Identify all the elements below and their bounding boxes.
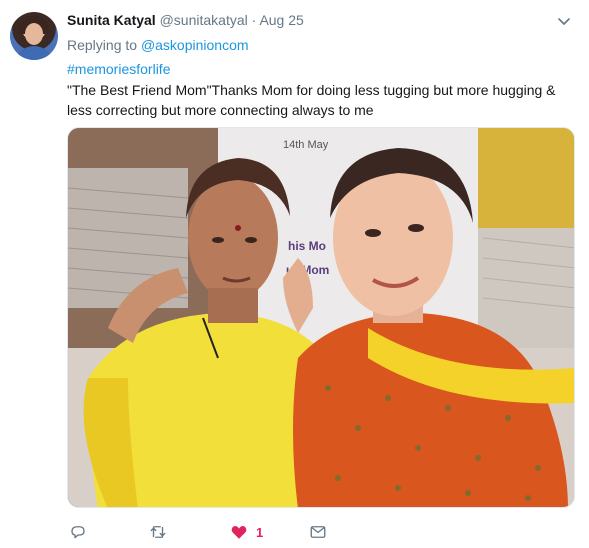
banner-line1-text: his Mo xyxy=(288,239,326,253)
like-button[interactable]: 1 xyxy=(230,520,263,544)
avatar[interactable] xyxy=(10,12,58,60)
heart-icon xyxy=(231,526,247,539)
hashtag-link[interactable]: #memoriesforlife xyxy=(67,60,170,78)
envelope-icon xyxy=(310,526,326,538)
like-count: 1 xyxy=(256,524,264,540)
retweet-button[interactable] xyxy=(149,520,167,544)
separator-dot: · xyxy=(251,12,257,28)
reply-icon xyxy=(71,526,85,539)
author-handle[interactable]: @sunitakatyal xyxy=(160,12,248,28)
replying-to-link[interactable]: @askopinioncom xyxy=(141,37,249,53)
chevron-down-icon[interactable] xyxy=(556,13,572,29)
tweet-text: "The Best Friend Mom"Thanks Mom for doin… xyxy=(67,82,556,118)
tweet-date[interactable]: Aug 25 xyxy=(259,12,303,28)
tweet-header: Sunita Katyal @sunitakatyal · Aug 25 xyxy=(67,11,304,29)
author-name[interactable]: Sunita Katyal xyxy=(67,12,156,28)
replying-prefix: Replying to xyxy=(67,37,138,53)
tweet-photo[interactable]: 14th May his Mo ur Mom xyxy=(67,127,575,508)
replying-to-line: Replying to @askopinioncom xyxy=(67,36,249,54)
tweet-actions: 1 xyxy=(67,520,367,544)
retweet-icon xyxy=(150,526,166,538)
reply-button[interactable] xyxy=(69,520,87,544)
tweet-card[interactable]: Sunita Katyal @sunitakatyal · Aug 25 Rep… xyxy=(0,0,589,548)
direct-message-button[interactable] xyxy=(309,520,327,544)
banner-date-text: 14th May xyxy=(283,139,329,151)
